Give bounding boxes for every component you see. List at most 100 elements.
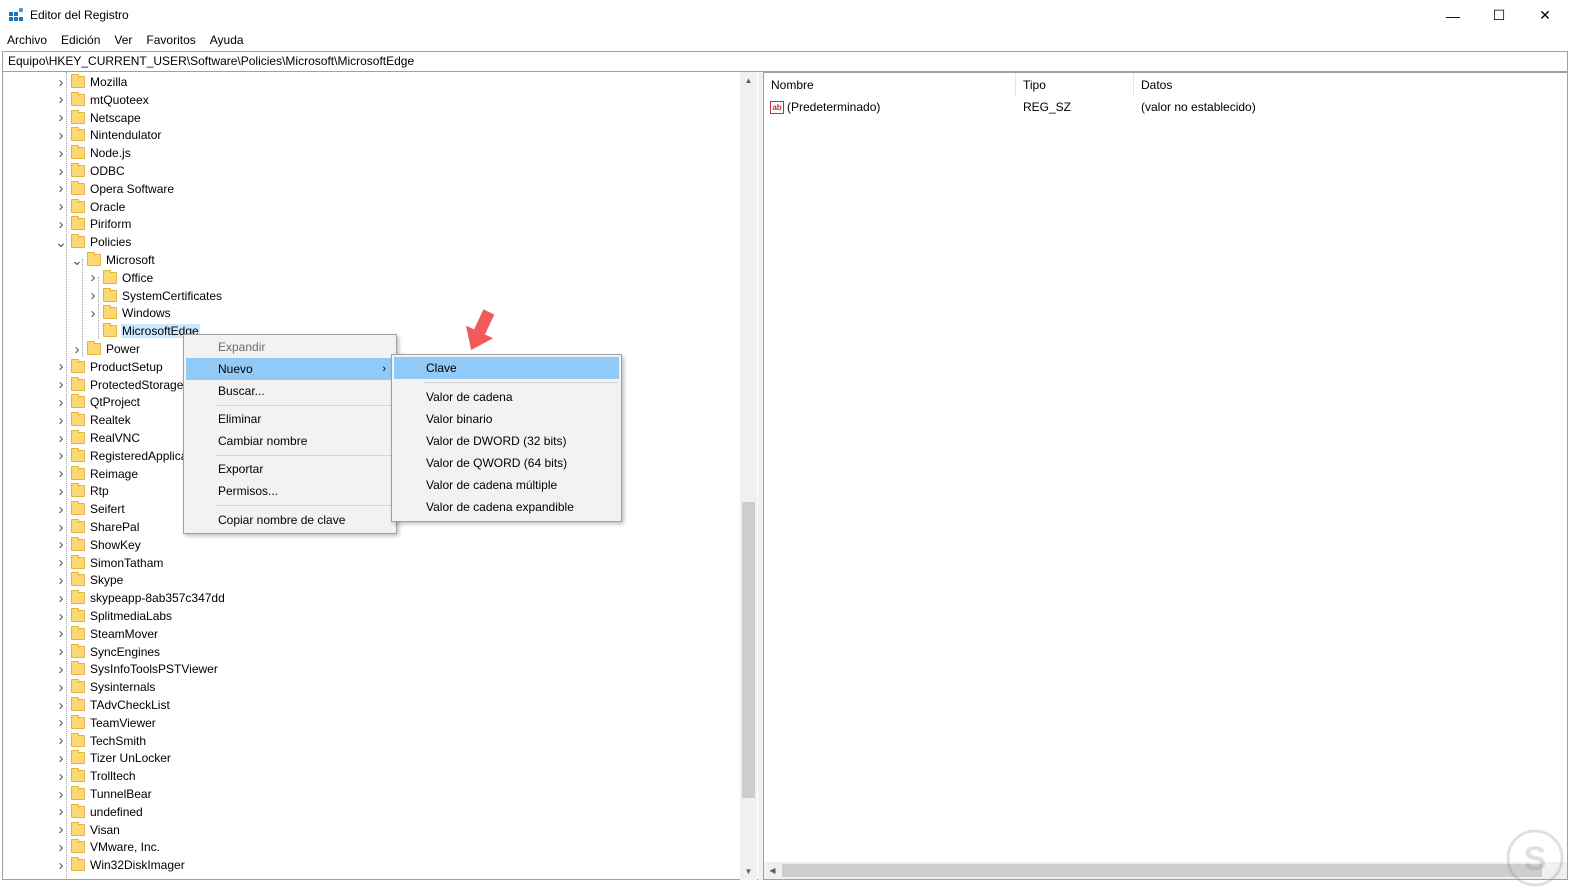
chevron-right-icon[interactable]: › [55,625,67,643]
menu-favoritos[interactable]: Favoritos [139,31,202,51]
menu-archivo[interactable]: Archivo [0,31,54,51]
chevron-right-icon[interactable]: › [55,696,67,714]
tree-item[interactable]: › SteamMover [55,625,159,643]
scroll-up-arrow-icon[interactable]: ▲ [740,72,757,89]
tree-item[interactable]: › ShowKey [55,536,142,554]
column-header-tipo[interactable]: Tipo [1016,73,1134,97]
menu-item-exportar[interactable]: Exportar [186,458,394,480]
tree-item[interactable]: › ODBC [55,162,126,180]
tree-item[interactable]: › Node.js [55,144,132,162]
tree-item[interactable]: › skypeapp-8ab357c347dd [55,589,226,607]
tree-item[interactable]: › mtQuoteex [55,91,150,109]
chevron-right-icon[interactable]: › [55,215,67,233]
tree-item[interactable]: › Mozilla [55,73,128,91]
menu-item-cambiar-nombre[interactable]: Cambiar nombre [186,430,394,452]
chevron-right-icon[interactable]: › [55,554,67,572]
chevron-right-icon[interactable]: › [55,411,67,429]
chevron-right-icon[interactable]: › [87,269,99,287]
tree-item[interactable]: › RegisteredApplica [55,447,188,465]
tree-item[interactable]: › Rtp [55,482,110,500]
tree-item[interactable]: › Office [87,269,154,287]
tree-item[interactable]: › SplitmediaLabs [55,607,173,625]
chevron-right-icon[interactable]: › [87,304,99,322]
chevron-right-icon[interactable]: › [55,785,67,803]
chevron-right-icon[interactable]: › [55,518,67,536]
menu-ayuda[interactable]: Ayuda [203,31,251,51]
tree-item[interactable]: › RealVNC [55,429,141,447]
tree-item[interactable]: › TechSmith [55,732,147,750]
chevron-right-icon[interactable]: › [55,447,67,465]
chevron-right-icon[interactable]: › [55,643,67,661]
scroll-left-arrow-icon[interactable]: ◀ [764,862,781,879]
menu-item-buscar[interactable]: Buscar... [186,380,394,402]
menu-item-permisos[interactable]: Permisos... [186,480,394,502]
chevron-right-icon[interactable]: › [55,536,67,554]
list-horizontal-scrollbar[interactable]: ◀ [764,862,1567,879]
chevron-right-icon[interactable]: › [55,465,67,483]
tree-item[interactable]: › Skype [55,571,124,589]
tree-item[interactable]: › TunnelBear [55,785,153,803]
menu-ver[interactable]: Ver [107,31,139,51]
chevron-right-icon[interactable]: › [87,287,99,305]
submenu-item-valor-binario[interactable]: Valor binario [394,408,619,430]
chevron-right-icon[interactable]: › [55,91,67,109]
menu-item-expandir[interactable]: Expandir [186,336,394,358]
tree-item[interactable]: › SyncEngines [55,643,161,661]
tree-item[interactable]: ⌄ Policies [55,233,132,251]
submenu-item-valor-qword[interactable]: Valor de QWORD (64 bits) [394,452,619,474]
scroll-down-arrow-icon[interactable]: ▼ [740,863,757,880]
minimize-button[interactable]: — [1430,0,1476,31]
tree-item[interactable]: › ProtectedStorage [55,376,184,394]
chevron-right-icon[interactable]: › [55,732,67,750]
tree-item[interactable]: › VMware, Inc. [55,838,161,856]
tree-item[interactable]: › undefined [55,803,144,821]
submenu-item-valor-multiple[interactable]: Valor de cadena múltiple [394,474,619,496]
tree-item[interactable]: › Win32DiskImager [55,856,186,874]
chevron-right-icon[interactable]: › [55,144,67,162]
tree-item[interactable]: › Oracle [55,198,126,216]
scrollbar-thumb[interactable] [742,502,755,798]
chevron-right-icon[interactable]: › [55,109,67,127]
chevron-right-icon[interactable]: › [55,714,67,732]
chevron-right-icon[interactable]: › [71,340,83,358]
chevron-right-icon[interactable]: › [55,393,67,411]
tree-item[interactable]: › Opera Software [55,180,175,198]
chevron-right-icon[interactable]: › [55,376,67,394]
maximize-button[interactable]: ☐ [1476,0,1522,31]
submenu-item-valor-dword[interactable]: Valor de DWORD (32 bits) [394,430,619,452]
tree-item[interactable]: › TeamViewer [55,714,157,732]
chevron-right-icon[interactable]: › [55,73,67,91]
hscrollbar-thumb[interactable] [782,864,1542,877]
tree-item[interactable]: › Visan [55,821,121,839]
chevron-right-icon[interactable]: › [55,589,67,607]
chevron-right-icon[interactable]: › [55,180,67,198]
chevron-right-icon[interactable]: › [55,358,67,376]
address-bar[interactable]: Equipo\HKEY_CURRENT_USER\Software\Polici… [2,51,1568,72]
close-button[interactable]: ✕ [1522,0,1568,31]
chevron-down-icon[interactable]: ⌄ [71,251,83,269]
column-header-nombre[interactable]: Nombre [764,73,1016,97]
chevron-right-icon[interactable]: › [55,482,67,500]
tree-item[interactable]: › Reimage [55,465,139,483]
menu-item-eliminar[interactable]: Eliminar [186,408,394,430]
tree-item[interactable]: › Tizer UnLocker [55,749,172,767]
chevron-right-icon[interactable]: › [55,838,67,856]
chevron-right-icon[interactable]: › [55,767,67,785]
chevron-right-icon[interactable]: › [55,162,67,180]
tree-item[interactable]: › Trolltech [55,767,137,785]
chevron-right-icon[interactable]: › [55,198,67,216]
chevron-right-icon[interactable]: › [55,571,67,589]
tree-item[interactable]: › SimonTatham [55,554,164,572]
tree-item[interactable]: › ProductSetup [55,358,164,376]
tree-item[interactable]: › QtProject [55,393,141,411]
chevron-right-icon[interactable]: › [55,660,67,678]
tree-item[interactable]: › SharePal [55,518,140,536]
tree-item[interactable]: › SystemCertificates [87,287,223,305]
tree-item[interactable]: › Windows [87,304,172,322]
chevron-right-icon[interactable]: › [55,803,67,821]
submenu-item-clave[interactable]: Clave [394,357,619,379]
submenu-item-valor-cadena[interactable]: Valor de cadena [394,386,619,408]
submenu-item-valor-expandible[interactable]: Valor de cadena expandible [394,496,619,518]
chevron-right-icon[interactable]: › [55,500,67,518]
chevron-down-icon[interactable]: ⌄ [55,233,67,251]
